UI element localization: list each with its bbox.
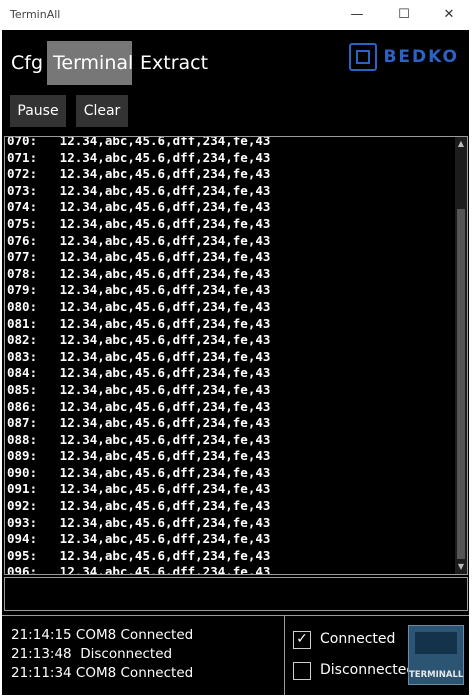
log-entry: 21:14:15 COM8 Connected xyxy=(11,627,194,643)
terminal-line: 093: 12.34,abc,45.6,dff,234,fe,43 xyxy=(7,514,271,530)
connected-checkbox[interactable]: ✓ xyxy=(293,631,311,649)
terminall-logo: TERMINALL xyxy=(408,625,464,685)
terminal-line: 086: 12.34,abc,45.6,dff,234,fe,43 xyxy=(7,398,271,414)
terminal-line: 095: 12.34,abc,45.6,dff,234,fe,43 xyxy=(7,547,271,563)
terminal-line: 074: 12.34,abc,45.6,dff,234,fe,43 xyxy=(7,199,271,215)
terminal-line: 078: 12.34,abc,45.6,dff,234,fe,43 xyxy=(7,265,271,281)
log-entry: 21:11:34 COM8 Connected xyxy=(11,665,194,681)
app-content: Cfg Terminal Extract BEDKO Pause Clear 0… xyxy=(2,30,469,695)
pause-button[interactable]: Pause xyxy=(10,95,66,127)
terminal-app-icon xyxy=(415,632,457,654)
minimize-button[interactable]: — xyxy=(334,0,380,30)
tab-cfg[interactable]: Cfg xyxy=(5,41,49,85)
terminal-line: 090: 12.34,abc,45.6,dff,234,fe,43 xyxy=(7,464,271,480)
terminal-line: 072: 12.34,abc,45.6,dff,234,fe,43 xyxy=(7,166,271,182)
send-input[interactable] xyxy=(4,577,468,611)
terminal-line: 088: 12.34,abc,45.6,dff,234,fe,43 xyxy=(7,431,271,447)
terminal-lines: 070: 12.34,abc,45.6,dff,234,fe,43 071: 12… xyxy=(7,136,457,575)
terminal-output[interactable]: 070: 12.34,abc,45.6,dff,234,fe,43 071: 12… xyxy=(4,136,468,575)
tab-bar: Cfg Terminal Extract BEDKO xyxy=(2,30,469,85)
terminal-line: 094: 12.34,abc,45.6,dff,234,fe,43 xyxy=(7,531,271,547)
chip-icon xyxy=(349,43,378,71)
terminal-line: 091: 12.34,abc,45.6,dff,234,fe,43 xyxy=(7,481,271,497)
scroll-up-icon[interactable]: ▲ xyxy=(455,137,467,151)
terminal-line: 096: 12.34,abc,45.6,dff,234,fe,43 xyxy=(7,564,271,575)
terminal-line: 079: 12.34,abc,45.6,dff,234,fe,43 xyxy=(7,282,271,298)
terminal-line: 084: 12.34,abc,45.6,dff,234,fe,43 xyxy=(7,365,271,381)
terminal-line: 081: 12.34,abc,45.6,dff,234,fe,43 xyxy=(7,315,271,331)
logo-text: BEDKO xyxy=(383,47,459,67)
terminal-line: 075: 12.34,abc,45.6,dff,234,fe,43 xyxy=(7,215,271,231)
terminal-line: 083: 12.34,abc,45.6,dff,234,fe,43 xyxy=(7,348,271,364)
disconnected-checkbox[interactable] xyxy=(293,662,311,680)
title-bar: TerminAll — ☐ ✕ xyxy=(0,0,472,30)
clear-button[interactable]: Clear xyxy=(76,95,128,127)
terminal-line: 071: 12.34,abc,45.6,dff,234,fe,43 xyxy=(7,149,271,165)
scroll-thumb[interactable] xyxy=(457,209,465,559)
maximize-button[interactable]: ☐ xyxy=(381,0,427,30)
window-title: TerminAll xyxy=(10,8,61,21)
status-panel: 21:14:15 COM8 Connected 21:13:48 Disconn… xyxy=(2,615,469,695)
connection-log: 21:14:15 COM8 Connected 21:13:48 Disconn… xyxy=(11,626,193,683)
terminal-line: 085: 12.34,abc,45.6,dff,234,fe,43 xyxy=(7,381,271,397)
terminal-line: 092: 12.34,abc,45.6,dff,234,fe,43 xyxy=(7,498,271,514)
divider xyxy=(284,616,285,695)
terminall-logo-text: TERMINALL xyxy=(409,670,464,680)
toolbar: Pause Clear xyxy=(2,85,469,135)
terminal-line: 077: 12.34,abc,45.6,dff,234,fe,43 xyxy=(7,249,271,265)
terminal-line: 080: 12.34,abc,45.6,dff,234,fe,43 xyxy=(7,298,271,314)
bedko-logo: BEDKO xyxy=(349,42,459,72)
terminal-line: 082: 12.34,abc,45.6,dff,234,fe,43 xyxy=(7,332,271,348)
close-button[interactable]: ✕ xyxy=(426,0,472,30)
terminal-line: 076: 12.34,abc,45.6,dff,234,fe,43 xyxy=(7,232,271,248)
terminal-scrollbar[interactable]: ▲ ▼ xyxy=(455,137,467,574)
terminal-line: 089: 12.34,abc,45.6,dff,234,fe,43 xyxy=(7,448,271,464)
connected-label: Connected xyxy=(320,631,396,647)
terminal-line: 070: 12.34,abc,45.6,dff,234,fe,43 xyxy=(7,136,271,148)
tab-terminal[interactable]: Terminal xyxy=(47,41,133,85)
tab-extract[interactable]: Extract xyxy=(134,41,214,85)
scroll-down-icon[interactable]: ▼ xyxy=(455,560,467,574)
disconnected-label: Disconnected xyxy=(320,662,416,678)
log-entry: 21:13:48 Disconnected xyxy=(11,646,173,662)
terminal-line: 087: 12.34,abc,45.6,dff,234,fe,43 xyxy=(7,415,271,431)
terminal-line: 073: 12.34,abc,45.6,dff,234,fe,43 xyxy=(7,182,271,198)
